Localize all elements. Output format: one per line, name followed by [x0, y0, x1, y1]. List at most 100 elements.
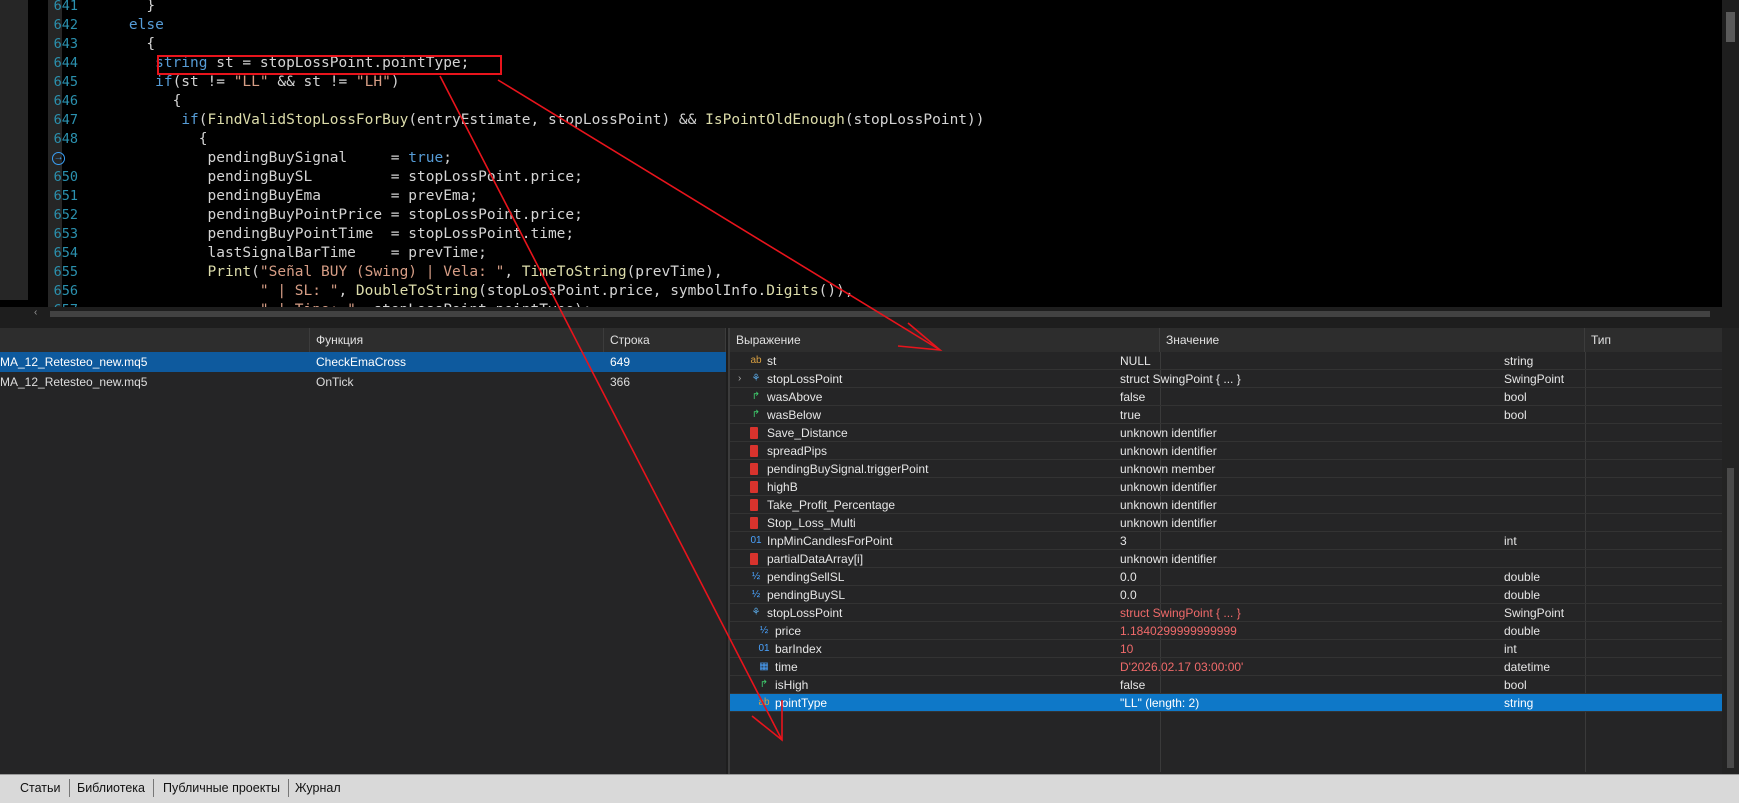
- callstack-row[interactable]: MA_12_Retesteo_new.mq5 OnTick 366: [0, 372, 726, 392]
- line-number: 645: [53, 74, 78, 90]
- callstack-header-function[interactable]: Функция: [310, 328, 604, 352]
- tab-public-projects[interactable]: Публичные проекты: [155, 779, 290, 797]
- watch-type: double: [1504, 588, 1541, 602]
- code-line[interactable]: lastSignalBarTime = prevTime;: [94, 244, 486, 263]
- code-line[interactable]: Print("Señal BUY (Swing) | Vela: ", Time…: [94, 263, 723, 282]
- watch-row[interactable]: ↱ wasAbove false bool: [730, 388, 1724, 406]
- string-type-icon: ab: [758, 697, 770, 708]
- callstack-line: 649: [610, 355, 631, 369]
- watch-row[interactable]: ▦ time D'2026.02.17 03:00:00' datetime: [730, 658, 1724, 676]
- line-number: 656: [53, 283, 78, 299]
- struct-type-icon: ⚘: [751, 607, 761, 618]
- string-type-icon: ab: [750, 355, 762, 366]
- scroll-left-icon[interactable]: ‹: [34, 307, 37, 318]
- tab-articles[interactable]: Статьи: [12, 779, 70, 797]
- watch-type: bool: [1504, 390, 1527, 404]
- code-line[interactable]: }: [94, 0, 155, 16]
- call-stack-panel: Функция Строка MA_12_Retesteo_new.mq5 Che…: [0, 328, 726, 774]
- int-type-icon: 01: [758, 643, 770, 654]
- watch-value: D'2026.02.17 03:00:00': [1120, 660, 1244, 674]
- watch-value: struct SwingPoint { ... }: [1120, 606, 1241, 620]
- watch-row[interactable]: Take_Profit_Percentage unknown identifier: [730, 496, 1724, 514]
- watch-value: unknown identifier: [1120, 426, 1217, 440]
- watch-type: [1504, 496, 1634, 514]
- watch-row[interactable]: ½ price 1.1840299999999999 double: [730, 622, 1724, 640]
- scrollbar-thumb[interactable]: [1727, 468, 1734, 768]
- watch-expression: stopLossPoint: [767, 372, 843, 386]
- watch-type: [1504, 460, 1634, 478]
- watch-row[interactable]: ↱ wasBelow true bool: [730, 406, 1724, 424]
- watch-type: [1504, 550, 1634, 568]
- callstack-row[interactable]: MA_12_Retesteo_new.mq5 CheckEmaCross 649: [0, 352, 726, 372]
- code-line[interactable]: pendingBuySignal = true;: [94, 149, 451, 168]
- code-line[interactable]: if(FindValidStopLossForBuy(entryEstimate…: [94, 111, 984, 130]
- error-icon: [750, 427, 758, 439]
- code-line[interactable]: pendingBuyPointPrice = stopLossPoint.pri…: [94, 206, 582, 225]
- watch-panel: Выражение Значение Тип ab st NULL string › ⚘ s…: [728, 328, 1739, 774]
- watch-header-value[interactable]: Значение: [1160, 328, 1585, 352]
- scrollbar-thumb[interactable]: [1726, 12, 1735, 42]
- watch-row[interactable]: Stop_Loss_Multi unknown identifier: [730, 514, 1724, 532]
- editor-vertical-scrollbar[interactable]: [1722, 0, 1739, 307]
- code-line[interactable]: {: [94, 130, 208, 149]
- watch-row[interactable]: Save_Distance unknown identifier: [730, 424, 1724, 442]
- watch-type: SwingPoint: [1504, 606, 1565, 620]
- watch-row[interactable]: ⚘ stopLossPoint struct SwingPoint { ... } S…: [730, 604, 1724, 622]
- code-line[interactable]: pendingBuyPointTime = stopLossPoint.time…: [94, 225, 574, 244]
- watch-value: 3: [1120, 534, 1127, 548]
- error-icon: [750, 517, 758, 529]
- watch-row[interactable]: 01 barIndex 10 int: [730, 640, 1724, 658]
- watch-type: double: [1504, 624, 1541, 638]
- watch-header-type[interactable]: Тип: [1585, 328, 1724, 352]
- code-line[interactable]: pendingBuySL = stopLossPoint.price;: [94, 168, 582, 187]
- code-line[interactable]: " | SL: ", DoubleToString(stopLossPoint.…: [94, 282, 854, 301]
- watch-expression: stopLossPoint: [767, 606, 843, 620]
- watch-row[interactable]: ½ pendingBuySL 0.0 double: [730, 586, 1724, 604]
- watch-row[interactable]: ab pointType "LL" (length: 2) string: [730, 694, 1724, 712]
- watch-row[interactable]: partialDataArray[i] unknown identifier: [730, 550, 1724, 568]
- watch-expression: pendingSellSL: [767, 570, 845, 584]
- watch-value: struct SwingPoint { ... }: [1120, 372, 1241, 386]
- watch-type: int: [1504, 642, 1517, 656]
- watch-row[interactable]: › ⚘ stopLossPoint struct SwingPoint { ... }…: [730, 370, 1724, 388]
- watch-type: bool: [1504, 678, 1527, 692]
- code-line[interactable]: pendingBuyEma = prevEma;: [94, 187, 478, 206]
- watch-row[interactable]: highB unknown identifier: [730, 478, 1724, 496]
- watch-row[interactable]: ab st NULL string: [730, 352, 1724, 370]
- callstack-header-file[interactable]: [0, 328, 310, 352]
- line-number: 643: [53, 36, 78, 52]
- tab-journal[interactable]: Журнал: [287, 779, 349, 797]
- line-number: 654: [53, 245, 78, 261]
- scrollbar-thumb[interactable]: [50, 311, 1710, 317]
- watch-value: unknown identifier: [1120, 498, 1217, 512]
- code-line[interactable]: if(st != "LL" && st != "LH"): [94, 73, 399, 92]
- watch-row[interactable]: ½ pendingSellSL 0.0 double: [730, 568, 1724, 586]
- watch-row[interactable]: pendingBuySignal.triggerPoint unknown mem…: [730, 460, 1724, 478]
- callstack-header-line[interactable]: Строка: [604, 328, 726, 352]
- watch-value: 10: [1120, 642, 1134, 656]
- code-line[interactable]: {: [94, 35, 155, 54]
- watch-expression: st: [767, 354, 777, 368]
- code-line[interactable]: else: [94, 16, 164, 35]
- double-type-icon: ½: [751, 571, 761, 582]
- code-line[interactable]: {: [94, 92, 182, 111]
- watch-type: [1504, 478, 1634, 496]
- double-type-icon: ½: [759, 625, 769, 636]
- watch-row[interactable]: 01 InpMinCandlesForPoint 3 int: [730, 532, 1724, 550]
- tab-library[interactable]: Библиотека: [69, 779, 154, 797]
- watch-value: unknown identifier: [1120, 516, 1217, 530]
- watch-row[interactable]: spreadPips unknown identifier: [730, 442, 1724, 460]
- line-number: 648: [53, 131, 78, 147]
- watch-type: bool: [1504, 408, 1527, 422]
- editor-horizontal-scrollbar[interactable]: ‹: [30, 307, 1722, 321]
- watch-type: [1504, 424, 1634, 442]
- watch-row[interactable]: ↱ isHigh false bool: [730, 676, 1724, 694]
- watch-vertical-scrollbar[interactable]: [1722, 328, 1739, 774]
- watch-expression: isHigh: [775, 678, 809, 692]
- watch-value: true: [1120, 408, 1141, 422]
- watch-type: SwingPoint: [1504, 372, 1565, 386]
- callstack-line: 366: [610, 375, 631, 389]
- watch-header-expression[interactable]: Выражение: [730, 328, 1160, 352]
- expand-chevron-icon[interactable]: ›: [738, 370, 741, 388]
- callstack-file: MA_12_Retesteo_new.mq5: [0, 355, 148, 369]
